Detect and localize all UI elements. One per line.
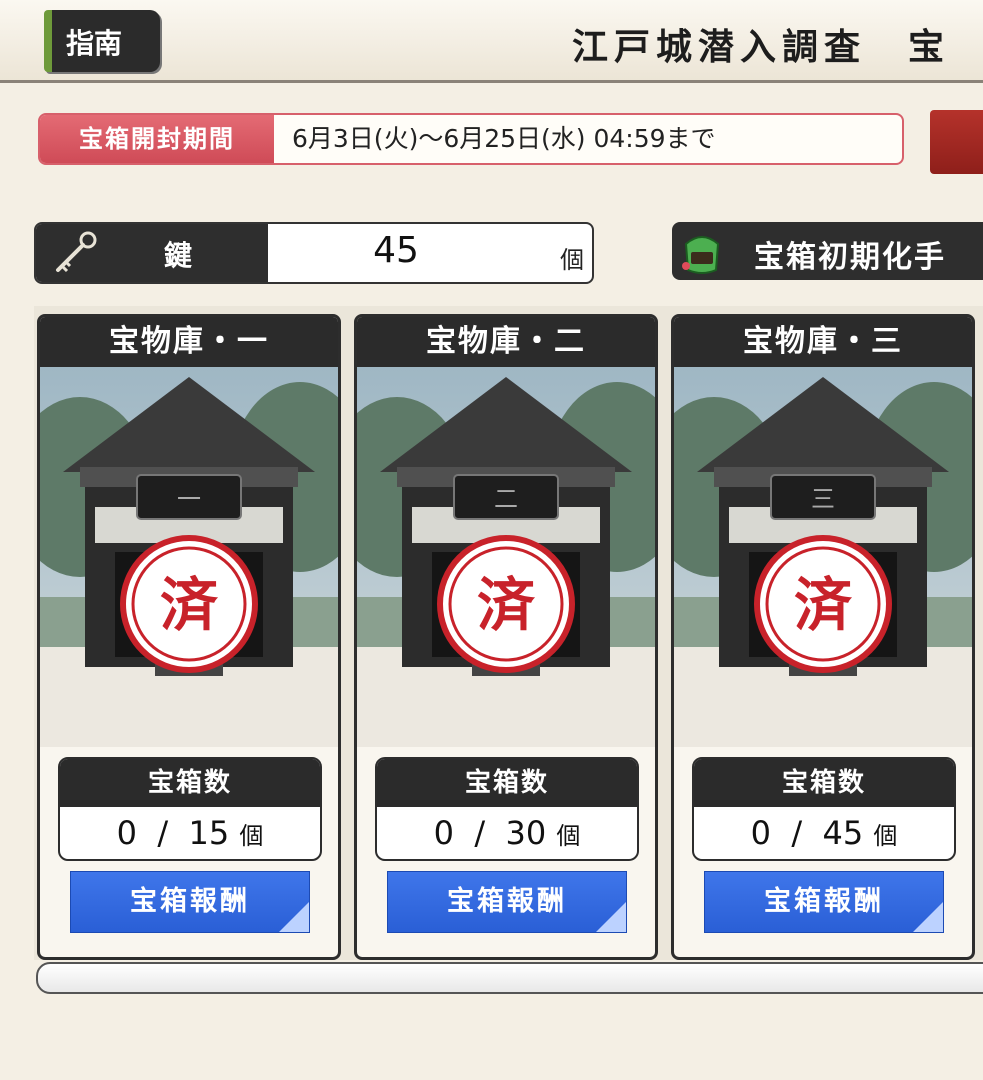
chest-count-title: 宝箱数 bbox=[377, 759, 637, 807]
period-label: 宝箱開封期間 bbox=[40, 115, 274, 163]
storehouse-image: 二 済 bbox=[357, 367, 655, 747]
key-unit: 個 bbox=[560, 246, 584, 274]
chest-count-title: 宝箱数 bbox=[60, 759, 320, 807]
vault-title: 宝物庫・一 bbox=[40, 317, 338, 367]
horizontal-scrollbar[interactable] bbox=[36, 962, 983, 994]
chest-unit: 個 bbox=[239, 822, 264, 850]
vault-card-2[interactable]: 宝物庫・二 二 済 宝箱数 0 / 30 個 宝箱報酬 bbox=[354, 314, 658, 960]
chest-reward-label: 宝箱報酬 bbox=[764, 886, 884, 917]
key-count: 45 bbox=[373, 230, 419, 271]
charm-bag-icon bbox=[682, 236, 720, 274]
header-bar: 指南 江戸城潜入調査 宝 bbox=[0, 0, 983, 83]
chest-reward-button[interactable]: 宝箱報酬 bbox=[704, 871, 944, 933]
chest-reset-label: 宝箱初期化手 bbox=[754, 240, 946, 275]
chest-unit: 個 bbox=[873, 822, 898, 850]
cleared-stamp: 済 bbox=[477, 571, 536, 639]
chest-count-title: 宝箱数 bbox=[694, 759, 954, 807]
vault-plaque: 二 bbox=[494, 485, 518, 513]
chest-total: 45 bbox=[822, 814, 864, 852]
key-icon bbox=[56, 231, 97, 273]
chest-reward-button[interactable]: 宝箱報酬 bbox=[387, 871, 627, 933]
chest-total: 30 bbox=[505, 814, 547, 852]
storehouse-image: 三 済 bbox=[674, 367, 972, 747]
vault-title: 宝物庫・二 bbox=[357, 317, 655, 367]
page-title: 江戸城潜入調査 宝 bbox=[572, 26, 951, 68]
chest-separator: / bbox=[791, 814, 803, 852]
guide-button[interactable]: 指南 bbox=[44, 10, 160, 72]
chest-reward-label: 宝箱報酬 bbox=[130, 886, 250, 917]
button-corner-decoration bbox=[279, 902, 309, 932]
chest-reward-button[interactable]: 宝箱報酬 bbox=[70, 871, 310, 933]
key-counter: 鍵 45 個 bbox=[34, 222, 594, 284]
vault-plaque: 一 bbox=[177, 485, 201, 513]
key-label: 鍵 bbox=[164, 239, 193, 272]
guide-button-label: 指南 bbox=[66, 27, 123, 60]
vault-card-3[interactable]: 宝物庫・三 三 済 宝箱数 0 / 45 個 宝箱報酬 bbox=[671, 314, 975, 960]
chest-separator: / bbox=[474, 814, 486, 852]
chest-count-box: 宝箱数 0 / 30 個 bbox=[375, 757, 639, 861]
chest-count-box: 宝箱数 0 / 45 個 bbox=[692, 757, 956, 861]
chest-opened: 0 bbox=[116, 814, 137, 852]
cleared-stamp: 済 bbox=[794, 571, 853, 639]
vault-card-1[interactable]: 宝物庫・一 一 済 宝箱数 0 / 15 個 宝箱報酬 bbox=[37, 314, 341, 960]
vault-plaque: 三 bbox=[811, 485, 835, 513]
chest-count-value: 0 / 15 個 bbox=[60, 809, 320, 857]
open-period-bar: 宝箱開封期間 6月3日(火)〜6月25日(水) 04:59まで bbox=[38, 113, 904, 165]
key-counter-header: 鍵 bbox=[36, 224, 268, 282]
button-corner-decoration bbox=[596, 902, 626, 932]
chest-opened: 0 bbox=[750, 814, 771, 852]
button-corner-decoration bbox=[913, 902, 943, 932]
chest-count-value: 0 / 30 個 bbox=[377, 809, 637, 857]
chest-count-value: 0 / 45 個 bbox=[694, 809, 954, 857]
cleared-stamp: 済 bbox=[160, 571, 219, 639]
chest-total: 15 bbox=[188, 814, 230, 852]
vault-title: 宝物庫・三 bbox=[674, 317, 972, 367]
storehouse-image: 一 済 bbox=[40, 367, 338, 747]
chest-unit: 個 bbox=[556, 822, 581, 850]
chest-separator: / bbox=[157, 814, 169, 852]
red-action-button[interactable] bbox=[930, 110, 983, 174]
chest-reset-item[interactable]: 宝箱初期化手 bbox=[672, 222, 983, 280]
chest-reward-label: 宝箱報酬 bbox=[447, 886, 567, 917]
period-value: 6月3日(火)〜6月25日(水) 04:59まで bbox=[292, 124, 716, 153]
chest-count-box: 宝箱数 0 / 15 個 bbox=[58, 757, 322, 861]
chest-opened: 0 bbox=[433, 814, 454, 852]
